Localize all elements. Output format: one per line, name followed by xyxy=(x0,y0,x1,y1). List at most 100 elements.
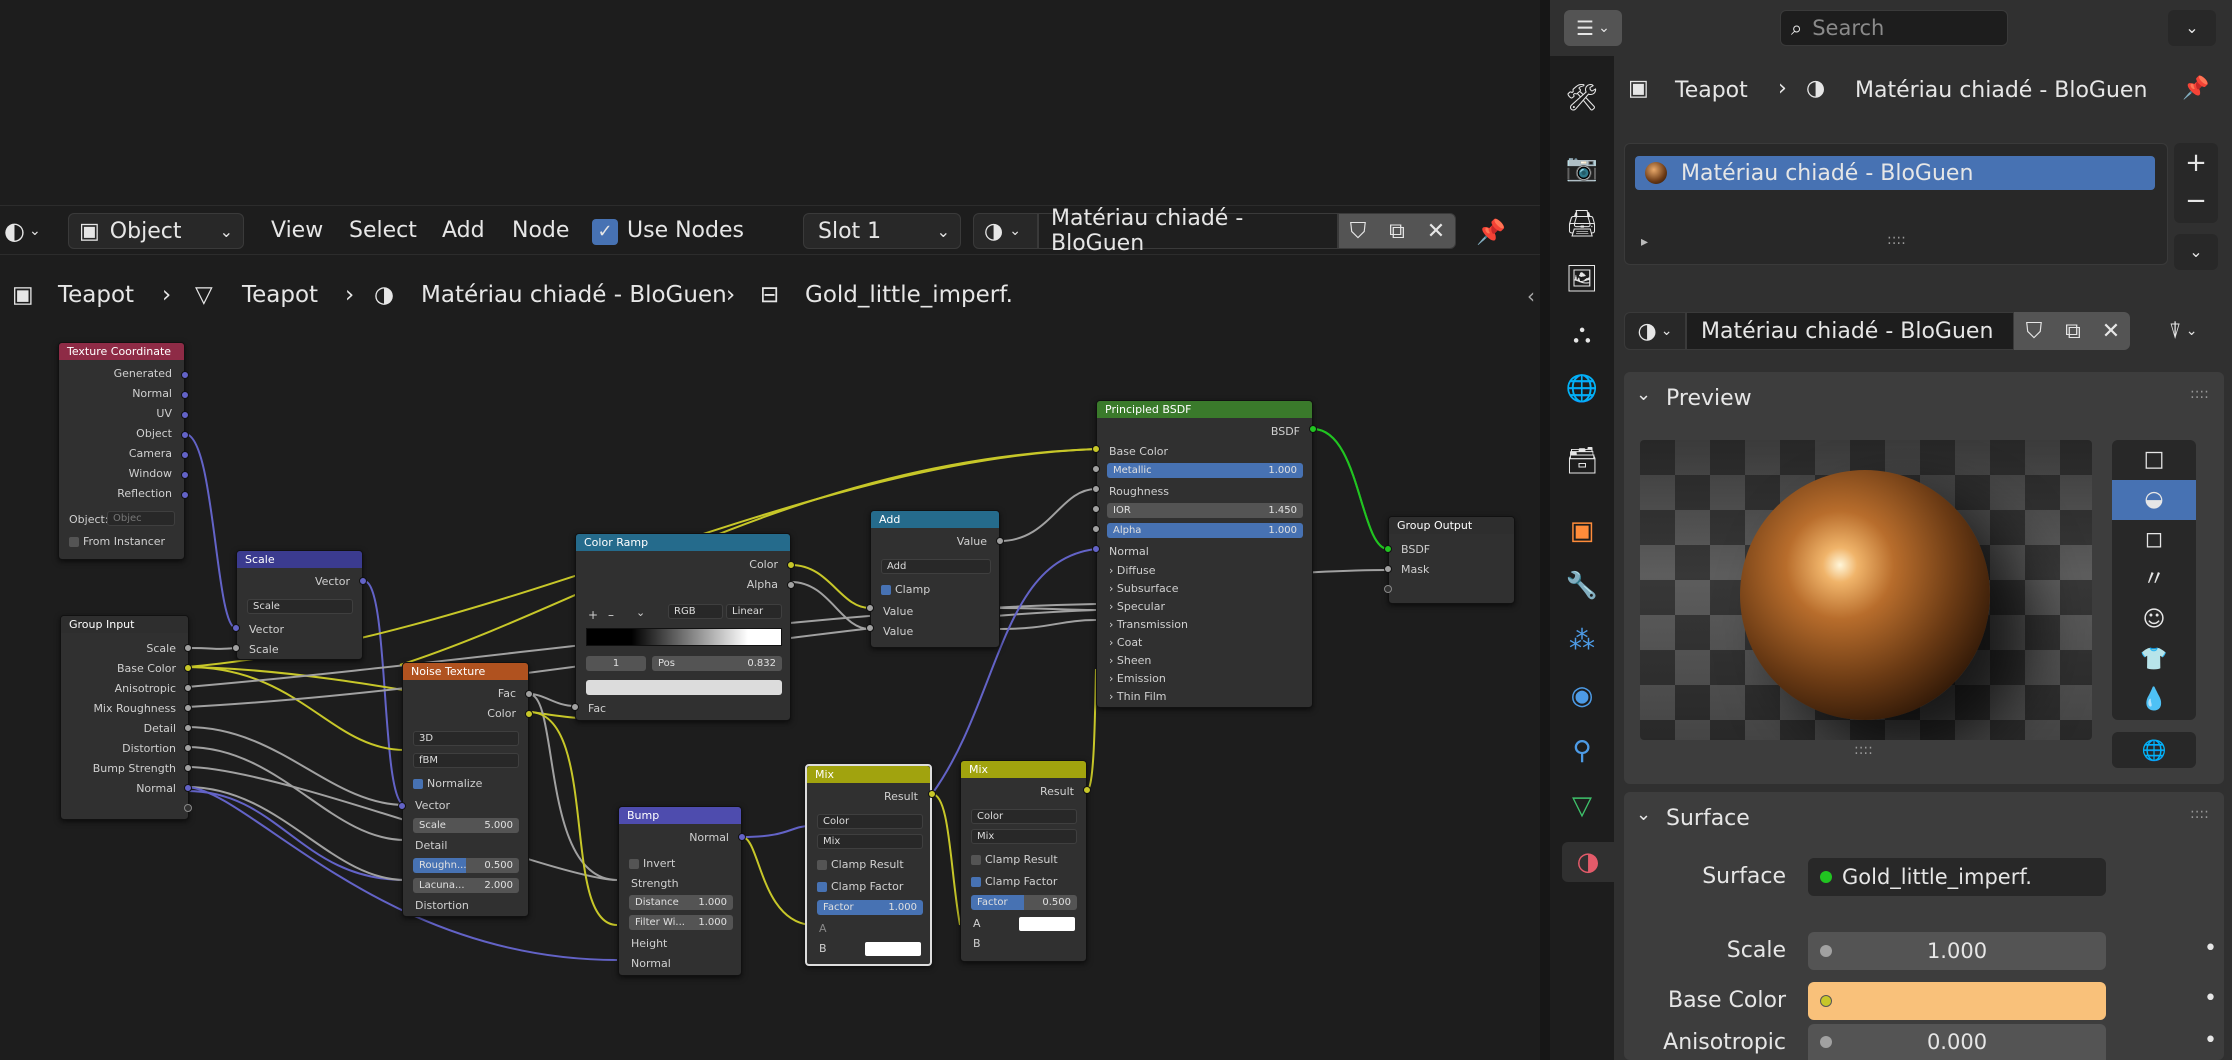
ior-field[interactable]: IOR 1.450 xyxy=(1107,503,1303,518)
panel-subsurface[interactable]: › Subsurface xyxy=(1109,582,1179,595)
noise-type-dropdown[interactable]: fBM xyxy=(413,753,519,768)
dimensions-dropdown[interactable]: 3D xyxy=(413,731,519,746)
socket[interactable] xyxy=(1092,545,1100,553)
material-browse-button[interactable]: ◑ ⌄ xyxy=(1624,312,1686,350)
tab-output[interactable]: 🖨 xyxy=(1562,204,1602,244)
preview-hair-icon[interactable]: 〃 xyxy=(2112,560,2196,600)
normalize-checkbox[interactable]: Normalize xyxy=(413,777,482,790)
socket[interactable] xyxy=(1384,585,1392,593)
node-group-input[interactable]: Group Input Scale Base Color Anisotropic… xyxy=(60,615,189,820)
operation-dropdown[interactable]: Add xyxy=(881,559,991,574)
add-slot-button[interactable]: + xyxy=(2174,143,2218,183)
panel-sheen[interactable]: › Sheen xyxy=(1109,654,1151,667)
blend-mode-dropdown[interactable]: Mix xyxy=(817,834,923,849)
interpolation-dropdown[interactable]: Linear xyxy=(726,604,782,619)
surface-panel-header[interactable]: ⌄ Surface :::: xyxy=(1624,792,2224,842)
data-type-dropdown[interactable]: Color xyxy=(817,814,923,829)
stop-position-field[interactable]: Pos 0.832 xyxy=(652,656,782,671)
socket[interactable] xyxy=(184,784,192,792)
distance-field[interactable]: Distance 1.000 xyxy=(629,895,733,910)
socket[interactable] xyxy=(1092,445,1100,453)
socket[interactable] xyxy=(866,624,874,632)
tab-modifiers[interactable]: 🔧 xyxy=(1562,566,1602,606)
socket[interactable] xyxy=(181,371,189,379)
node-mix-1[interactable]: Mix Result Color Mix Clamp Result Clamp … xyxy=(805,764,932,966)
socket[interactable] xyxy=(996,537,1004,545)
resize-handle-icon[interactable]: :::: xyxy=(1854,742,1873,758)
panel-emission[interactable]: › Emission xyxy=(1109,672,1166,685)
preview-cloth-icon[interactable]: 👕 xyxy=(2112,640,2196,680)
node-math-add[interactable]: Add Value Add Clamp Value Value xyxy=(870,510,1000,648)
remove-stop-button[interactable]: – xyxy=(608,608,614,622)
fake-user-shield-icon[interactable]: ⛉ xyxy=(2014,319,2054,344)
blend-mode-dropdown[interactable]: Mix xyxy=(971,829,1077,844)
pin-icon[interactable]: 📌 xyxy=(2182,76,2209,101)
data-type-dropdown[interactable]: Color xyxy=(971,809,1077,824)
socket[interactable] xyxy=(181,431,189,439)
node-principled-bsdf[interactable]: Principled BSDF BSDF Base Color Metallic… xyxy=(1096,400,1313,708)
expand-icon[interactable]: ▸ xyxy=(1641,234,1648,250)
drag-handle-icon[interactable]: :::: xyxy=(2190,386,2209,402)
color-mode-dropdown[interactable]: RGB xyxy=(668,604,723,619)
socket[interactable] xyxy=(787,581,795,589)
lacunarity-field[interactable]: Lacuna... 2.000 xyxy=(413,878,519,893)
chevron-down-icon[interactable]: ⌄ xyxy=(636,606,645,619)
socket[interactable] xyxy=(184,724,192,732)
search-input[interactable]: ⌕ Search xyxy=(1780,10,2008,46)
base-color-swatch[interactable] xyxy=(1808,982,2106,1020)
tab-world[interactable]: 🌐 xyxy=(1562,369,1602,409)
clamp-factor-checkbox[interactable]: Clamp Factor xyxy=(971,875,1057,888)
slot-specials-menu[interactable]: ⌄ xyxy=(2174,234,2218,270)
panel-diffuse[interactable]: › Diffuse xyxy=(1109,564,1155,577)
color-b-swatch[interactable] xyxy=(865,942,921,956)
panel-coat[interactable]: › Coat xyxy=(1109,636,1142,649)
socket[interactable] xyxy=(1092,485,1100,493)
clamp-result-checkbox[interactable]: Clamp Result xyxy=(971,853,1058,866)
preview-world-toggle[interactable]: 🌐 xyxy=(2112,732,2196,768)
keyframe-dot-icon[interactable]: • xyxy=(2204,986,2217,1011)
socket[interactable] xyxy=(1092,465,1100,473)
socket[interactable] xyxy=(181,411,189,419)
clamp-factor-checkbox[interactable]: Clamp Factor xyxy=(817,880,903,893)
socket[interactable] xyxy=(184,664,192,672)
tab-tool[interactable]: 🛠 xyxy=(1562,78,1602,118)
drag-handle-icon[interactable]: :::: xyxy=(2190,806,2209,822)
socket[interactable] xyxy=(232,624,240,632)
node-noise-texture[interactable]: Noise Texture Fac Color 3D fBM Normalize… xyxy=(402,662,529,917)
socket[interactable] xyxy=(184,804,192,812)
scale-field[interactable]: Scale 5.000 xyxy=(413,818,519,833)
panel-transmission[interactable]: › Transmission xyxy=(1109,618,1188,631)
tab-data[interactable]: ▽ xyxy=(1562,786,1602,826)
socket[interactable] xyxy=(1092,505,1100,513)
socket[interactable] xyxy=(184,704,192,712)
invert-checkbox[interactable]: Invert xyxy=(629,857,675,870)
node-bump[interactable]: Bump Normal Invert Strength Distance 1.00… xyxy=(618,806,742,976)
preview-cube-icon[interactable]: ◻ xyxy=(2112,520,2196,560)
tab-object[interactable]: ▣ xyxy=(1562,511,1602,551)
node-texture-coordinate[interactable]: Texture Coordinate Generated Normal UV O… xyxy=(58,342,185,560)
color-ramp-gradient[interactable] xyxy=(586,628,782,646)
clamp-checkbox[interactable]: Clamp xyxy=(881,583,930,596)
socket[interactable] xyxy=(571,703,579,711)
socket[interactable] xyxy=(181,491,189,499)
material-slot-item[interactable]: Matériau chiadé - BloGuen xyxy=(1635,156,2155,190)
scale-field[interactable]: 1.000 xyxy=(1808,932,2106,970)
socket[interactable] xyxy=(1384,565,1392,573)
socket[interactable] xyxy=(1309,425,1317,433)
resize-handle-icon[interactable]: :::: xyxy=(1887,232,1906,248)
preview-panel-header[interactable]: ⌄ Preview :::: xyxy=(1624,372,2224,424)
socket[interactable] xyxy=(525,710,533,718)
socket[interactable] xyxy=(359,577,367,585)
material-preview-image[interactable] xyxy=(1640,440,2092,740)
editor-type-button[interactable]: ☰ ⌄ xyxy=(1564,10,1622,46)
panel-specular[interactable]: › Specular xyxy=(1109,600,1165,613)
object-field[interactable]: Objec xyxy=(107,511,175,526)
stop-color-swatch[interactable] xyxy=(586,680,782,695)
socket[interactable] xyxy=(181,471,189,479)
socket[interactable] xyxy=(1384,545,1392,553)
material-slot-list[interactable]: Matériau chiadé - BloGuen ▸ :::: xyxy=(1624,143,2168,265)
tab-physics[interactable]: ◉ xyxy=(1562,676,1602,716)
socket[interactable] xyxy=(398,802,406,810)
socket[interactable] xyxy=(738,833,746,841)
unlink-x-icon[interactable]: ✕ xyxy=(2092,319,2130,344)
